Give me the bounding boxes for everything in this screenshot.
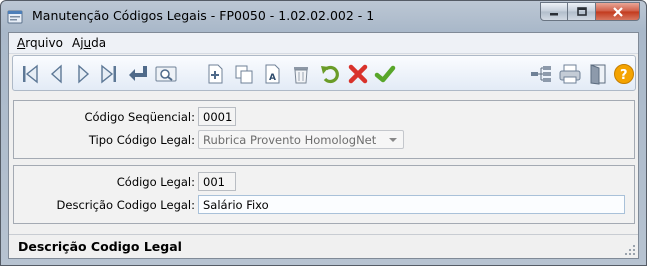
toolbar: A ? <box>12 55 636 91</box>
app-icon <box>7 9 23 25</box>
undo-button[interactable] <box>318 62 342 86</box>
help-button[interactable]: ? <box>612 62 636 86</box>
save-icon <box>374 65 396 83</box>
svg-text:A: A <box>269 73 276 83</box>
close-button[interactable] <box>596 2 640 21</box>
goto-record-button[interactable] <box>126 62 150 86</box>
last-icon <box>101 64 116 84</box>
print-button[interactable] <box>558 62 582 86</box>
title-bar[interactable]: Manutenção Códigos Legais - FP0050 - 1.0… <box>1 1 646 32</box>
menu-ajuda-label-end: da <box>91 36 107 50</box>
codigo-sequencial-field[interactable]: 0001 <box>198 107 236 126</box>
window-title: Manutenção Códigos Legais - FP0050 - 1.0… <box>32 8 375 23</box>
edit-icon: A <box>265 64 280 84</box>
resize-grip-icon[interactable] <box>624 244 636 256</box>
search-icon <box>155 66 177 82</box>
minimize-icon <box>550 12 558 15</box>
maximize-button[interactable] <box>568 2 596 21</box>
close-icon <box>612 6 623 17</box>
codigo-sequencial-label: Código Seqüencial: <box>84 110 195 124</box>
menu-ajuda-label-start: Aj <box>72 36 84 50</box>
cancel-button[interactable] <box>346 62 370 86</box>
copy-icon <box>235 65 253 84</box>
window-controls <box>540 2 640 21</box>
descricao-codigo-legal-field[interactable]: Salário Fixo <box>198 195 625 214</box>
tipo-codigo-legal-select[interactable]: Rubrica Provento HomologNet <box>198 130 404 149</box>
previous-record-button[interactable] <box>45 62 69 86</box>
copy-button[interactable] <box>232 62 256 86</box>
menu-arquivo-label: rquivo <box>25 36 63 50</box>
add-icon <box>208 64 223 84</box>
chevron-down-icon <box>389 138 397 142</box>
application-window: Manutenção Códigos Legais - FP0050 - 1.0… <box>0 0 647 266</box>
menu-bar: Arquivo Ajuda <box>9 33 638 54</box>
minimize-button[interactable] <box>540 2 568 21</box>
edit-button[interactable]: A <box>261 62 285 86</box>
maximize-icon <box>576 6 587 16</box>
last-record-button[interactable] <box>97 62 121 86</box>
exit-icon <box>590 64 606 85</box>
details-panel: Código Legal: 001 Descrição Codigo Legal… <box>13 165 635 224</box>
hierarchy-button[interactable] <box>529 62 553 86</box>
next-record-button[interactable] <box>71 62 95 86</box>
undo-icon <box>321 65 339 84</box>
help-icon: ? <box>614 64 634 84</box>
previous-icon <box>50 64 62 84</box>
menu-ajuda-mnemonic: u <box>83 36 92 50</box>
exit-button[interactable] <box>586 62 610 86</box>
add-button[interactable] <box>203 62 227 86</box>
codigo-legal-field[interactable]: 001 <box>198 172 236 191</box>
hierarchy-icon <box>531 66 551 82</box>
status-text: Descrição Codigo Legal <box>18 239 182 254</box>
first-record-button[interactable] <box>18 62 42 86</box>
identification-panel: Código Seqüencial: 0001 Tipo Código Lega… <box>13 100 635 159</box>
first-icon <box>23 64 38 84</box>
menu-ajuda[interactable]: Ajuda <box>72 36 106 50</box>
next-icon <box>78 64 90 84</box>
codigo-legal-label: Código Legal: <box>116 175 195 189</box>
delete-icon <box>294 67 308 84</box>
goto-icon <box>129 66 147 81</box>
client-area: Arquivo Ajuda A ? Código Seqüencial: 000… <box>8 32 639 259</box>
descricao-codigo-legal-label: Descrição Codigo Legal: <box>56 198 195 212</box>
delete-button[interactable] <box>289 62 313 86</box>
print-icon <box>559 64 581 84</box>
save-button[interactable] <box>373 62 397 86</box>
status-bar: Descrição Codigo Legal <box>9 234 638 258</box>
cancel-icon <box>348 64 368 84</box>
menu-arquivo[interactable]: Arquivo <box>17 36 63 50</box>
search-button[interactable] <box>154 62 178 86</box>
tipo-codigo-legal-value: Rubrica Provento HomologNet <box>203 133 377 147</box>
svg-text:?: ? <box>620 68 628 83</box>
tipo-codigo-legal-label: Tipo Código Legal: <box>88 133 195 147</box>
menu-arquivo-mnemonic: A <box>17 36 26 50</box>
